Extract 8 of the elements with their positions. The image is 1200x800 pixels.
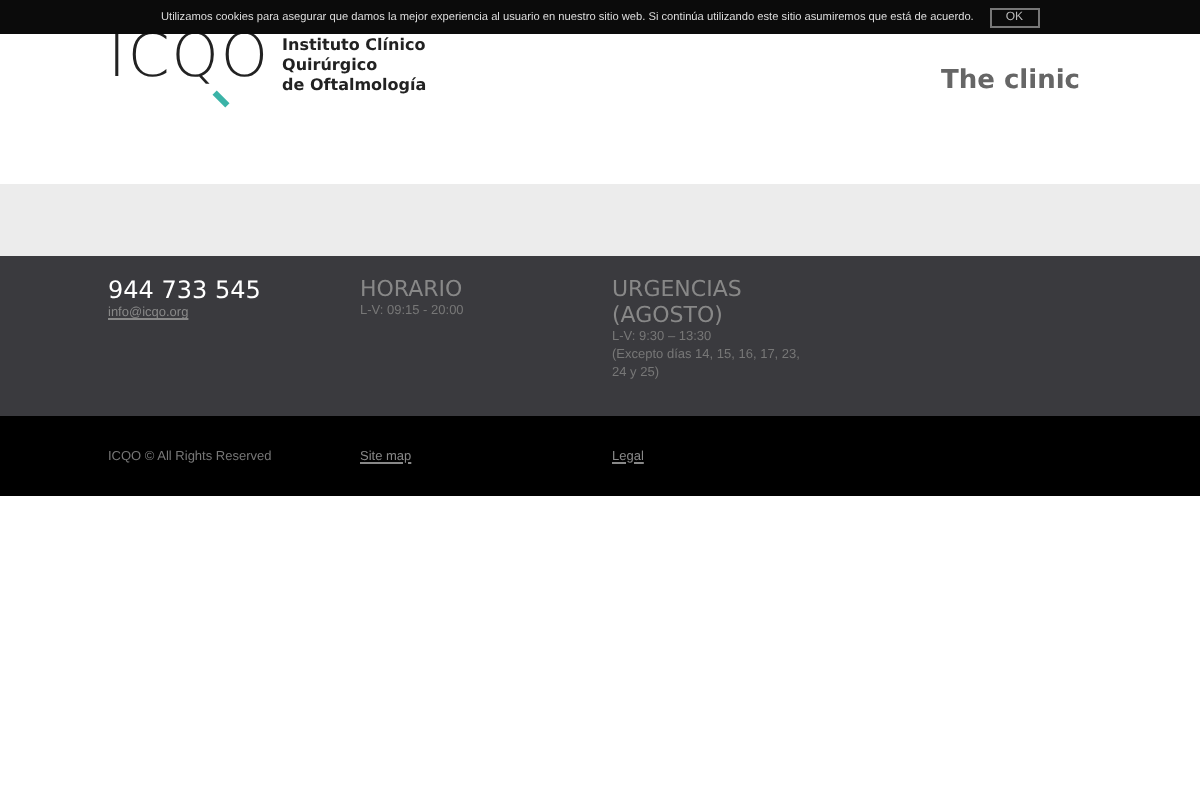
phone-number: 944 733 545 bbox=[108, 276, 263, 304]
column-title: URGENCIAS (AGOSTO) bbox=[612, 276, 744, 328]
logo-text: Instituto Clínico bbox=[282, 36, 427, 56]
column-title: HORARIO bbox=[360, 276, 465, 302]
logo-text: de Oftalmología bbox=[282, 76, 427, 96]
logo-accent-icon bbox=[212, 90, 230, 108]
nav-link[interactable]: The clinic bbox=[940, 66, 1080, 96]
logo-text: Quirúrgico bbox=[282, 56, 380, 76]
